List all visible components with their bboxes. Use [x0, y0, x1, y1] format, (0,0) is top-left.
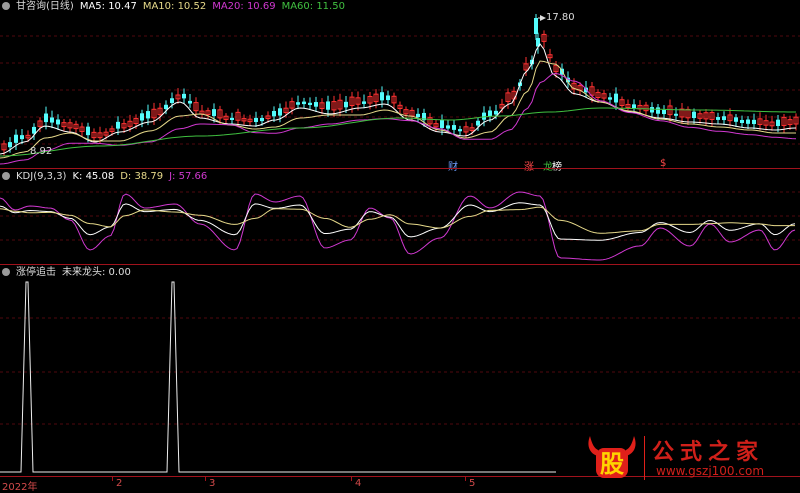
- ma5-line: [0, 43, 797, 155]
- candle-body: [656, 107, 660, 114]
- candle-body: [692, 111, 696, 119]
- candle-body: [302, 101, 306, 105]
- candle-body: [488, 110, 492, 117]
- watermark-separator: [644, 436, 645, 480]
- candle-body: [116, 121, 120, 129]
- candle-body: [722, 116, 726, 121]
- candle-body: [212, 109, 216, 117]
- indicator-signal-line: [0, 281, 556, 473]
- candle-body: [230, 117, 234, 120]
- candlestick-chart[interactable]: [0, 0, 800, 168]
- axis-label-month: 2: [116, 478, 123, 489]
- candle-body: [326, 101, 330, 110]
- candle-body: [452, 125, 456, 130]
- candle-body: [146, 111, 150, 119]
- candle-body: [734, 117, 738, 122]
- candle-body: [344, 101, 348, 108]
- candle-body: [458, 129, 462, 132]
- candle-body: [716, 117, 720, 120]
- candle-body: [476, 120, 480, 126]
- candle-body: [140, 113, 144, 121]
- kdj-chart[interactable]: [0, 168, 800, 264]
- candle-body: [8, 142, 12, 148]
- candle-body: [614, 93, 618, 103]
- candle-body: [608, 97, 612, 100]
- candle-body: [534, 18, 538, 34]
- candle-body: [182, 93, 186, 99]
- candle-body: [56, 119, 60, 125]
- candle-body: [740, 119, 744, 123]
- watermark-name: 公式之家: [652, 439, 765, 465]
- kdj-panel[interactable]: KDJ(9,3,3) K: 45.08 D: 38.79 J: 57.66: [0, 168, 800, 264]
- candle-body: [14, 134, 18, 143]
- candle-body: [260, 117, 264, 122]
- candle-body: [50, 117, 54, 123]
- axis-label-month: 4: [355, 478, 362, 489]
- candle-body: [494, 110, 498, 115]
- high-price-label: 17.80: [546, 12, 575, 23]
- candle-body: [776, 119, 780, 126]
- candle-body: [44, 113, 48, 123]
- axis-tick: [465, 477, 466, 481]
- candle-body: [170, 98, 174, 103]
- candle-body: [674, 113, 678, 116]
- low-price-label: 8.92: [30, 146, 53, 157]
- candle-body: [632, 104, 636, 109]
- ma20-line: [0, 72, 797, 165]
- candle-body: [650, 107, 654, 113]
- logo-char: 股: [600, 449, 624, 478]
- candle-body: [164, 104, 168, 110]
- candle-body: [32, 126, 36, 134]
- candle-body: [416, 113, 420, 118]
- axis-tick: [351, 477, 352, 481]
- candle-body: [746, 119, 750, 124]
- axis-label-month: 5: [469, 478, 476, 489]
- watermark: 股 公式之家 www.gszj100.com: [576, 432, 786, 486]
- candle-body: [440, 119, 444, 128]
- axis-label-year: 2022年: [2, 482, 38, 493]
- candle-body: [752, 119, 756, 125]
- candle-body: [482, 112, 486, 120]
- candle-body: [86, 126, 90, 136]
- candle-body: [272, 110, 276, 117]
- candle-body: [362, 101, 366, 104]
- candle-body: [20, 135, 24, 140]
- candle-body: [254, 117, 258, 122]
- candle-body: [314, 102, 318, 107]
- bull-logo-icon: 股: [588, 436, 636, 478]
- candle-body: [446, 125, 450, 129]
- candle-body: [662, 109, 666, 115]
- candle-body: [296, 102, 300, 105]
- candle-body: [188, 100, 192, 104]
- kdj-j-line: [0, 191, 796, 261]
- axis-tick: [205, 477, 206, 481]
- candle-body: [308, 102, 312, 105]
- price-panel[interactable]: 甘咨询(日线) MA5: 10.47 MA10: 10.52 MA20: 10.69 M…: [0, 0, 800, 173]
- axis-tick: [112, 477, 113, 481]
- watermark-url: www.gszj100.com: [656, 464, 765, 478]
- candle-body: [278, 108, 282, 116]
- candle-body: [386, 95, 390, 101]
- axis-label-month: 3: [209, 478, 216, 489]
- candle-body: [380, 92, 384, 101]
